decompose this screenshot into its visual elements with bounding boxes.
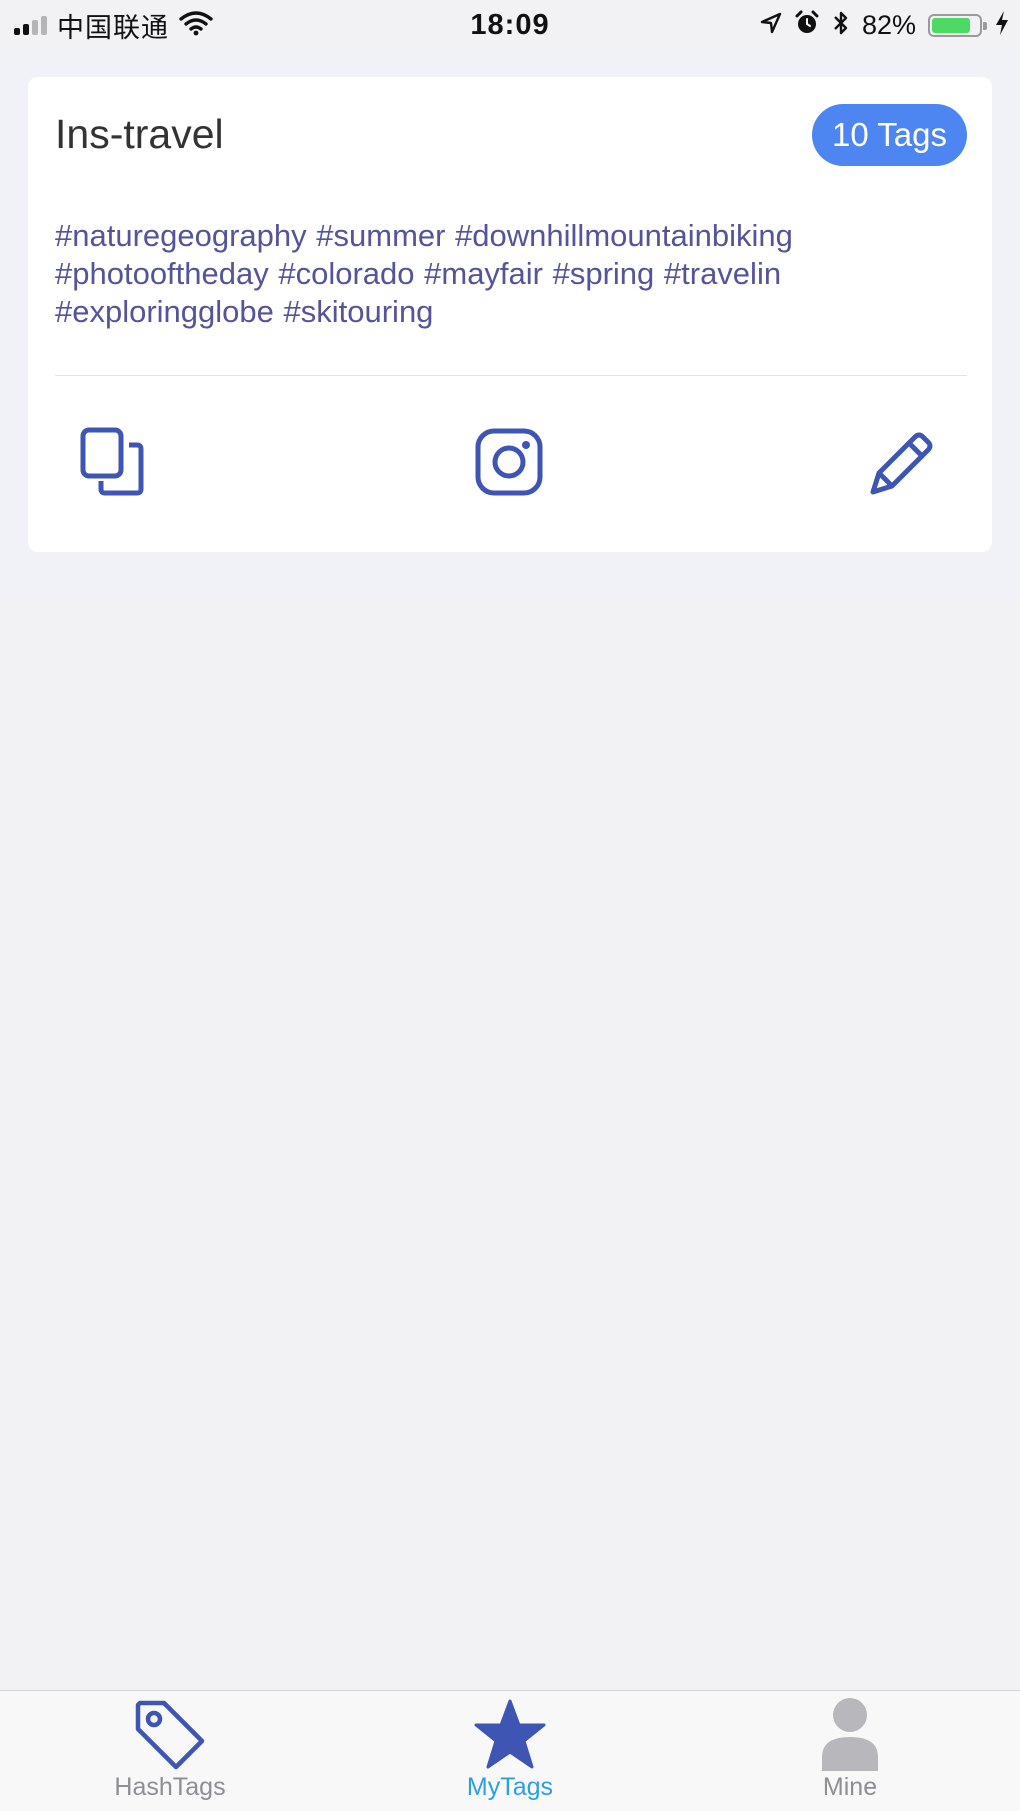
instagram-button[interactable]	[474, 427, 554, 507]
location-icon	[760, 12, 782, 39]
tab-label: Mine	[822, 1773, 878, 1801]
copy-button[interactable]	[80, 427, 160, 507]
tag-group-title: Ins-travel	[55, 111, 224, 157]
tag-icon	[132, 1697, 208, 1773]
status-bar: 中国联通 18:09 82%	[0, 0, 1020, 50]
star-icon	[472, 1697, 548, 1773]
battery-percent: 82%	[861, 9, 916, 40]
alarm-icon	[794, 10, 820, 41]
battery-level	[932, 17, 970, 33]
charging-icon	[994, 10, 1010, 41]
divider	[55, 375, 967, 376]
battery-icon	[928, 13, 987, 37]
tab-mine[interactable]: Mine	[740, 1691, 960, 1811]
tab-hashtags[interactable]: HashTags	[60, 1691, 280, 1811]
edit-button[interactable]	[865, 427, 945, 507]
tab-label: MyTags	[466, 1773, 554, 1801]
copy-icon	[80, 427, 144, 496]
bluetooth-icon	[832, 9, 850, 42]
hashtag-list: #naturegeography #summer #downhillmounta…	[55, 218, 793, 329]
tab-bar: HashTags MyTags Mine	[0, 1690, 1020, 1811]
tab-mytags[interactable]: MyTags	[400, 1691, 620, 1811]
tag-count-badge: 10 Tags	[812, 104, 967, 166]
status-bar-right: 82%	[760, 0, 1010, 50]
pencil-icon	[870, 432, 933, 495]
mytags-list: Ins-travel 10 Tags #naturegeography #sum…	[0, 50, 1020, 598]
tag-group-card[interactable]: Ins-travel 10 Tags #naturegeography #sum…	[28, 77, 992, 552]
person-icon	[815, 1697, 885, 1773]
tab-label: HashTags	[114, 1773, 226, 1801]
instagram-icon	[475, 428, 543, 496]
